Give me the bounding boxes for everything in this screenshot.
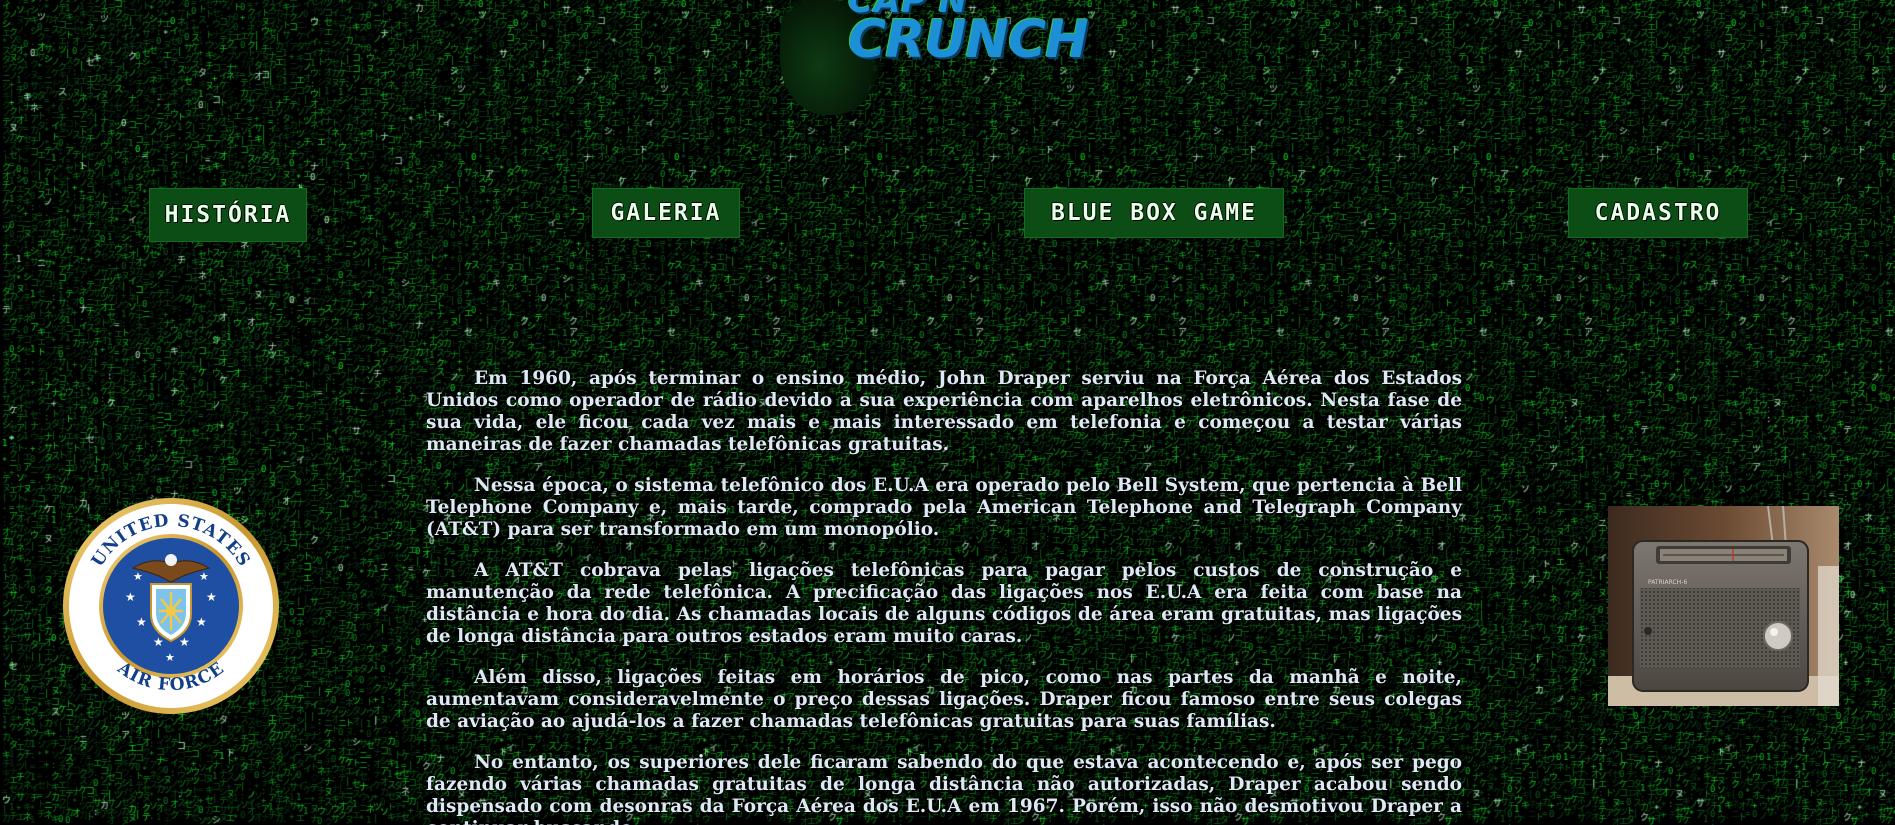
paragraph-1: Em 1960, após terminar o ensino médio, J… (426, 368, 1462, 455)
nav-blue-box-game-button[interactable]: BLUE BOX GAME (1024, 188, 1284, 238)
paragraph-2: Nessa época, o sistema telefônico dos E.… (426, 475, 1462, 540)
svg-text:★: ★ (136, 615, 147, 629)
logo-line2: CRUNCH (848, 9, 1089, 70)
svg-text:★: ★ (196, 615, 207, 629)
svg-text:★: ★ (199, 570, 209, 583)
svg-text:★: ★ (133, 570, 143, 583)
paragraph-4: Além disso, ligações feitas em horários … (426, 667, 1462, 732)
nav-galeria-button[interactable]: GALERIA (592, 188, 740, 238)
nav-historia-button[interactable]: HISTÓRIA (149, 188, 307, 242)
svg-text:★: ★ (206, 590, 217, 604)
paragraph-3: A AT&T cobrava pelas ligações telefônica… (426, 560, 1462, 647)
svg-text:★: ★ (153, 635, 164, 649)
vintage-radio-photo: PATRIARCH-6 (1608, 506, 1839, 706)
svg-text:★: ★ (125, 590, 136, 604)
nav-cadastro-button[interactable]: CADASTRO (1568, 188, 1748, 238)
article-content: Em 1960, após terminar o ensino médio, J… (426, 368, 1462, 825)
logo-text: CAP'N CRUNCH (848, 0, 1089, 70)
radio-brand-text: PATRIARCH-6 (1648, 579, 1687, 586)
svg-text:★: ★ (179, 635, 190, 649)
svg-text:★: ★ (165, 651, 175, 664)
air-force-seal: UNITED STATES AIR FORCE ★ ★ ★ ★ ★ ★ ★ ★ … (61, 496, 281, 716)
capn-crunch-logo: CAP'N CRUNCH (760, 0, 1089, 120)
paragraph-5: No entanto, os superiores dele ficaram s… (426, 752, 1462, 825)
